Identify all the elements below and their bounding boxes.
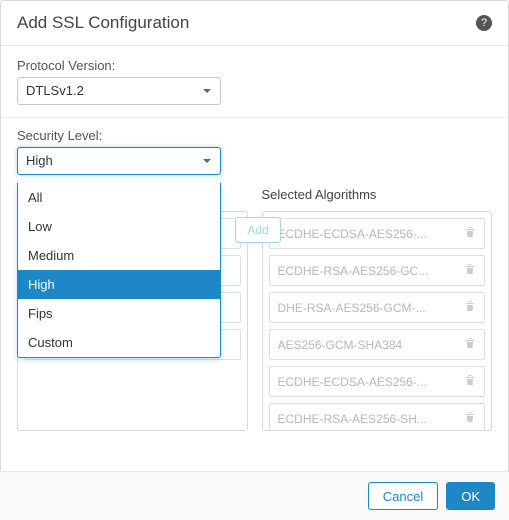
trash-icon[interactable]	[464, 411, 476, 426]
security-option-fips[interactable]: Fips	[18, 299, 220, 328]
dialog-header: Add SSL Configuration ?	[1, 1, 508, 46]
algorithm-name: AES256-GCM-SHA384	[278, 338, 459, 352]
ok-button[interactable]: OK	[446, 482, 495, 510]
protocol-version-select[interactable]: DTLSv1.2	[17, 77, 221, 105]
trash-icon[interactable]	[464, 337, 476, 352]
security-option-custom[interactable]: Custom	[18, 328, 220, 357]
security-option-low[interactable]: Low	[18, 212, 220, 241]
algorithm-name: ECDHE-RSA-AES256-SH...	[278, 412, 459, 426]
security-level-select[interactable]: High	[17, 147, 221, 175]
dialog-title: Add SSL Configuration	[17, 13, 189, 33]
dialog-footer: Cancel OK	[0, 471, 509, 520]
dialog-body: Protocol Version: DTLSv1.2 Security Leve…	[1, 46, 508, 431]
protocol-version-value: DTLSv1.2	[26, 83, 84, 98]
security-level-value: High	[26, 153, 53, 168]
algorithm-name: DHE-RSA-AES256-GCM-...	[278, 301, 459, 315]
list-item[interactable]: ECDHE-ECDSA-AES256-...	[269, 218, 486, 249]
trash-icon[interactable]	[464, 374, 476, 389]
selected-title: Selected Algorithms	[262, 187, 493, 205]
algorithm-name: ECDHE-RSA-AES256-GC...	[278, 264, 459, 278]
algorithm-name: ECDHE-ECDSA-AES256-...	[278, 375, 459, 389]
protocol-version-label: Protocol Version:	[17, 58, 492, 73]
trash-icon[interactable]	[464, 263, 476, 278]
section-divider	[1, 117, 508, 118]
algorithm-name: ECDHE-ECDSA-AES256-...	[278, 227, 459, 241]
list-item[interactable]: AES256-GCM-SHA384	[269, 329, 486, 360]
cancel-button[interactable]: Cancel	[368, 482, 438, 510]
list-item[interactable]: ECDHE-RSA-AES256-GC...	[269, 255, 486, 286]
chevron-down-icon	[198, 82, 216, 100]
security-option-high[interactable]: High	[18, 270, 220, 299]
security-option-all[interactable]: All	[18, 183, 220, 212]
security-level-dropdown[interactable]: AllLowMediumHighFipsCustom	[17, 183, 221, 358]
selected-column: Selected Algorithms ECDHE-ECDSA-AES256-.…	[262, 187, 493, 431]
add-button[interactable]: Add	[235, 217, 281, 243]
selected-listbox[interactable]: ECDHE-ECDSA-AES256-... ECDHE-RSA-AES256-G…	[262, 211, 493, 431]
trash-icon[interactable]	[464, 300, 476, 315]
list-item[interactable]: DHE-RSA-AES256-GCM-...	[269, 292, 486, 323]
trash-icon[interactable]	[464, 226, 476, 241]
list-item[interactable]: ECDHE-ECDSA-AES256-...	[269, 366, 486, 397]
security-option-medium[interactable]: Medium	[18, 241, 220, 270]
help-icon[interactable]: ?	[476, 15, 492, 31]
list-item[interactable]: ECDHE-RSA-AES256-SH...	[269, 403, 486, 431]
security-level-label: Security Level:	[17, 128, 492, 143]
chevron-down-icon	[198, 152, 216, 170]
